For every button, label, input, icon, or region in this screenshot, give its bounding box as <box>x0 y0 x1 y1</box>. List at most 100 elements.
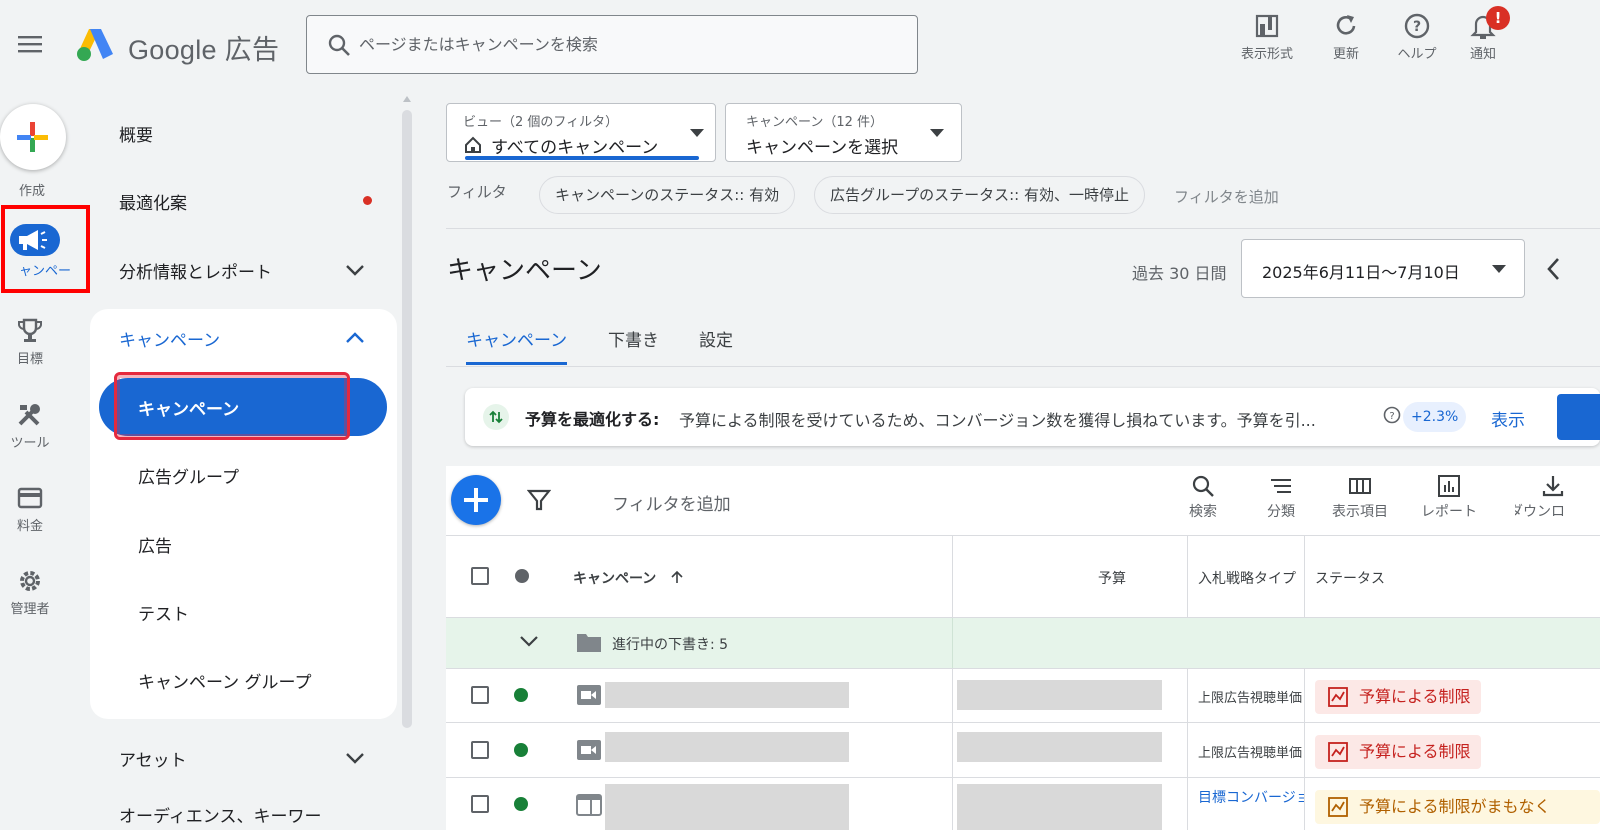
search-icon <box>327 33 351 57</box>
row-checkbox[interactable] <box>471 741 489 759</box>
help-icon: ? <box>1404 13 1430 39</box>
row-divider <box>446 722 1600 723</box>
tab-drafts[interactable]: 下書き <box>608 326 659 351</box>
bid-strategy-cell[interactable]: 目標コンバージョン単価 <box>1198 787 1304 807</box>
table-columns-button[interactable]: 表示項目 <box>1322 474 1398 521</box>
chevron-left-icon[interactable] <box>1544 256 1562 282</box>
search-input[interactable] <box>359 16 899 73</box>
filter-chip-campaign-status[interactable]: キャンペーンのステータス:: 有効 <box>539 176 796 214</box>
menu-icon[interactable] <box>18 34 42 54</box>
bid-strategy-cell: 上限広告視聴単価 <box>1198 691 1303 706</box>
view-dropdown-value: すべてのキャンペーン <box>491 138 659 158</box>
chevron-up-icon[interactable] <box>344 330 366 346</box>
status-text: 予算による制限 <box>1359 742 1471 761</box>
billing-rail-button[interactable]: 料金 <box>0 485 60 534</box>
draft-row-label: 進行中の下書き: 5 <box>612 637 729 653</box>
admin-rail-button[interactable]: 管理者 <box>0 568 60 617</box>
row-checkbox[interactable] <box>471 795 489 813</box>
col-header-campaign[interactable]: キャンペーン <box>573 568 656 588</box>
col-header-bid-strategy[interactable]: 入札戦略タイプ <box>1198 568 1298 588</box>
chevron-down-icon[interactable] <box>344 750 366 766</box>
create-label-wrap: 作成 <box>2 176 62 199</box>
col-header-status[interactable]: ステータス <box>1315 568 1385 588</box>
columns-icon <box>1349 478 1371 494</box>
table-report-label: レポート <box>1421 504 1477 520</box>
table-search-button[interactable]: 検索 <box>1165 474 1241 521</box>
create-button[interactable] <box>0 104 66 170</box>
view-dropdown[interactable]: ビュー（2 個のフィルタ） すべてのキャンペーン <box>446 103 716 162</box>
chart-warning-icon <box>1328 797 1348 817</box>
col-divider <box>1187 536 1188 830</box>
scroll-up-icon[interactable] <box>402 95 412 103</box>
nav-overview[interactable]: 概要 <box>119 121 153 146</box>
nav-sub-adgroups[interactable]: 広告グループ <box>138 463 239 488</box>
table-download-label: ダウンロ <box>1515 504 1565 520</box>
campaign-select-dropdown[interactable]: キャンペーン（12 件） キャンペーンを選択 <box>725 103 962 162</box>
banner-apply-button[interactable] <box>1557 394 1600 440</box>
nav-sub-campaign-groups[interactable]: キャンペーン グループ <box>138 668 312 693</box>
sort-arrow-up-icon[interactable] <box>670 570 684 584</box>
nav-audiences[interactable]: オーディエンス、キーワー <box>119 802 321 827</box>
video-icon <box>576 684 602 706</box>
tab-campaigns[interactable]: キャンペーン <box>466 326 567 351</box>
table-segment-button[interactable]: 分類 <box>1243 474 1319 521</box>
tab-settings[interactable]: 設定 <box>699 326 733 351</box>
nav-recommendations[interactable]: 最適化案 <box>119 189 187 214</box>
product-name[interactable]: Google 広告 <box>128 28 279 67</box>
filter-icon[interactable] <box>527 488 551 512</box>
redacted-campaign-name[interactable] <box>605 732 849 762</box>
help-button[interactable]: ? ヘルプ <box>1382 12 1452 62</box>
divider <box>446 228 1600 229</box>
table-report-button[interactable]: レポート <box>1411 474 1487 521</box>
google-ads-logo-icon <box>76 26 114 62</box>
tools-label: ツール <box>10 436 50 451</box>
chevron-down-icon[interactable] <box>344 262 366 278</box>
create-label: 作成 <box>18 184 45 199</box>
nav-campaigns-group <box>90 309 397 719</box>
row-checkbox[interactable] <box>471 686 489 704</box>
status-badge[interactable]: 予算による制限 <box>1315 735 1481 769</box>
status-badge[interactable]: 予算による制限がまもなく <box>1315 790 1600 824</box>
search-icon <box>1192 475 1214 497</box>
row-divider <box>446 668 1600 669</box>
recommendations-dot <box>363 196 372 205</box>
plus-icon <box>464 488 488 512</box>
status-badge[interactable]: 予算による制限 <box>1315 680 1481 714</box>
nav-campaigns-section[interactable]: キャンペーン <box>119 326 220 351</box>
goals-rail-button[interactable]: 目標 <box>0 318 60 367</box>
nav-assets[interactable]: アセット <box>119 746 187 771</box>
banner-title: 予算を最適化する: <box>525 410 660 429</box>
video-icon <box>576 739 602 761</box>
bid-strategy-cell: 上限広告視聴単価 <box>1198 746 1303 761</box>
table-search-label: 検索 <box>1189 504 1217 520</box>
table-add-filter[interactable]: フィルタを追加 <box>612 490 731 515</box>
tools-rail-button[interactable]: ツール <box>0 402 60 451</box>
enabled-status-dot <box>514 743 528 757</box>
add-filter-link[interactable]: フィルタを追加 <box>1174 186 1279 207</box>
select-all-checkbox[interactable] <box>471 567 489 585</box>
add-campaign-button[interactable] <box>451 475 501 525</box>
folder-icon <box>576 631 602 653</box>
table-download-button[interactable]: ダウンロ <box>1515 474 1600 521</box>
refresh-label: 更新 <box>1332 47 1359 62</box>
nav-scrollbar[interactable] <box>402 110 412 728</box>
download-icon <box>1542 476 1564 497</box>
col-header-budget[interactable]: 予算 <box>1098 568 1126 588</box>
banner-text: 予算による制限を受けているため、コンバージョン数を獲得し損ねています。予算を引.… <box>679 411 1316 430</box>
appearance-button[interactable]: 表示形式 <box>1232 12 1302 62</box>
redacted-budget <box>957 680 1162 710</box>
nav-sub-ads[interactable]: 広告 <box>138 532 172 557</box>
banner-view-link[interactable]: 表示 <box>1491 406 1525 431</box>
redacted-campaign-name[interactable] <box>605 682 849 708</box>
trophy-icon <box>18 318 42 342</box>
chevron-down-icon[interactable] <box>518 634 540 650</box>
nav-insights[interactable]: 分析情報とレポート <box>119 258 272 283</box>
enabled-status-dot <box>514 797 528 811</box>
filter-chip-adgroup-status[interactable]: 広告グループのステータス:: 有効、一時停止 <box>814 176 1145 214</box>
date-range-picker[interactable]: 2025年6月11日～7月10日 <box>1241 239 1525 298</box>
nav-sub-experiments[interactable]: テスト <box>138 600 189 625</box>
redacted-campaign-name[interactable] <box>605 784 849 830</box>
refresh-button[interactable]: 更新 <box>1311 12 1381 62</box>
campaign-select-label: キャンペーン（12 件） <box>746 115 884 130</box>
search-box[interactable] <box>306 15 918 74</box>
